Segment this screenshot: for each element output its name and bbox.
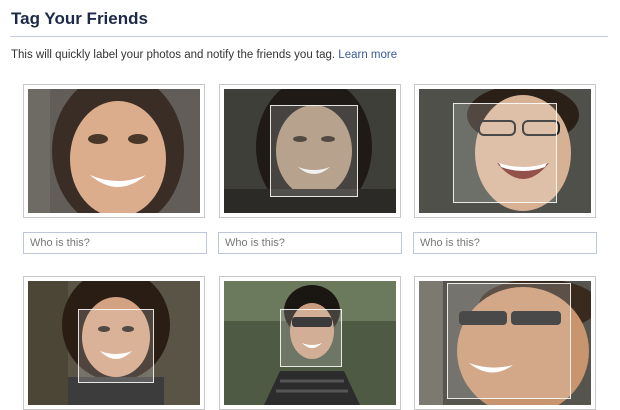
learn-more-link[interactable]: Learn more: [338, 49, 397, 61]
photo-5: [224, 281, 396, 405]
face-detection-box: [78, 309, 154, 383]
who-is-this-input-2[interactable]: [218, 232, 402, 254]
intro-text: This will quickly label your photos and …: [11, 49, 397, 61]
intro-description: This will quickly label your photos and …: [11, 49, 336, 61]
photo-card-4[interactable]: [23, 276, 205, 410]
photo-card-3[interactable]: [414, 84, 596, 218]
who-is-this-input-3[interactable]: [413, 232, 597, 254]
page-title: Tag Your Friends: [11, 9, 148, 28]
photo-card-5[interactable]: [219, 276, 401, 410]
title-divider: [10, 36, 608, 37]
face-detection-box: [453, 103, 557, 203]
photo-3: [419, 89, 591, 213]
face-detection-box: [280, 309, 342, 367]
photo-card-6[interactable]: [414, 276, 596, 410]
face-detection-box: [270, 105, 358, 197]
photo-1: [28, 89, 200, 213]
face-photo-1-icon: [28, 89, 200, 213]
photo-4: [28, 281, 200, 405]
photo-6: [419, 281, 591, 405]
face-detection-box: [447, 283, 571, 399]
photo-2: [224, 89, 396, 213]
photo-card-1[interactable]: [23, 84, 205, 218]
who-is-this-input-1[interactable]: [23, 232, 207, 254]
photo-card-2[interactable]: [219, 84, 401, 218]
